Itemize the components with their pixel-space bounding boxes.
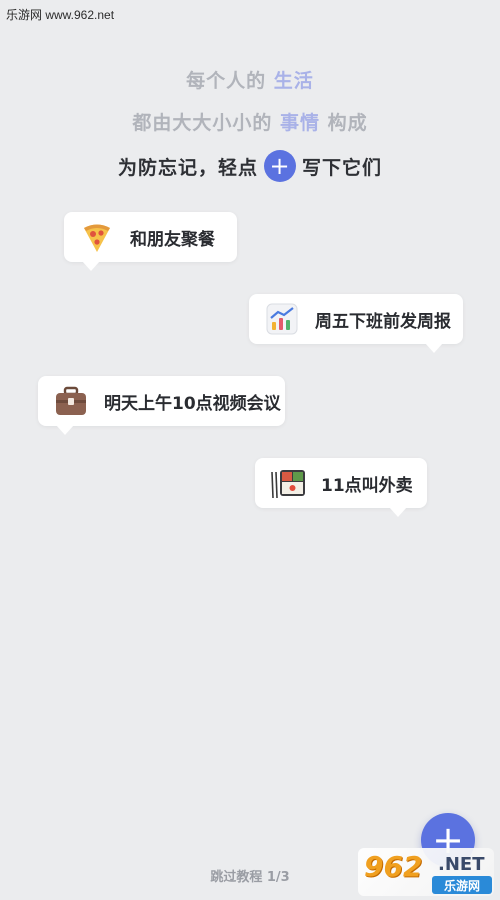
pizza-icon xyxy=(84,224,110,252)
watermark-logo-suffix: .NET xyxy=(438,854,485,875)
card-text: 明天上午10点视频会议 xyxy=(104,393,281,414)
intro-line-1-accent: 生活 xyxy=(273,70,314,92)
briefcase-icon xyxy=(56,386,86,415)
card-tail xyxy=(425,343,443,353)
intro-line-2: 都由大大小小的 事情 构成 xyxy=(0,108,500,135)
watermark-text: 乐游网 www.962.net xyxy=(6,8,115,22)
intro-line-3-prefix: 为防忘记，轻点 xyxy=(117,156,258,179)
intro-line-3: 为防忘记，轻点 + 写下它们 xyxy=(0,150,500,182)
example-card-dinner: 和朋友聚餐 xyxy=(64,212,237,271)
card-tail xyxy=(389,507,407,517)
intro-line-3-suffix: 写下它们 xyxy=(302,156,383,179)
card-text: 11点叫外卖 xyxy=(321,475,413,496)
example-card-order-food: 11点叫外卖 xyxy=(255,458,427,517)
watermark-logo-number: 962 xyxy=(364,850,423,883)
bento-box-icon xyxy=(271,470,305,499)
watermark-logo-bar: 乐游网 xyxy=(432,876,492,894)
card-text: 和朋友聚餐 xyxy=(130,229,215,250)
intro-line-1: 每个人的 生活 xyxy=(0,66,500,93)
example-card-video-meeting: 明天上午10点视频会议 xyxy=(38,376,285,435)
chart-icon xyxy=(266,303,298,335)
plus-icon: + xyxy=(264,150,296,182)
watermark-logo: 962 .NET 乐游网 xyxy=(358,848,494,896)
intro-line-1-prefix: 每个人的 xyxy=(186,70,274,92)
intro-line-2-suffix: 构成 xyxy=(320,112,368,134)
card-tail xyxy=(56,425,74,435)
card-tail xyxy=(82,261,100,271)
example-card-weekly-report: 周五下班前发周报 xyxy=(249,294,463,353)
intro-line-2-prefix: 都由大大小小的 xyxy=(132,112,280,134)
card-text: 周五下班前发周报 xyxy=(315,311,451,332)
intro-line-2-accent: 事情 xyxy=(279,112,320,134)
